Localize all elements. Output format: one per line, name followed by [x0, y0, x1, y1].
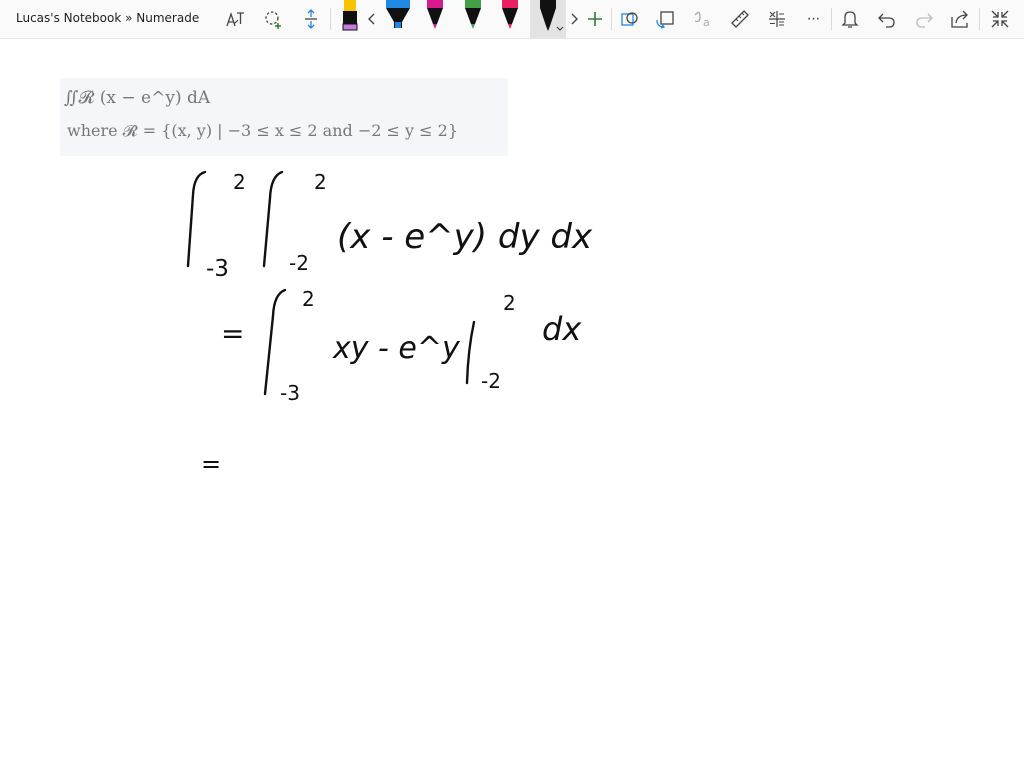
outer-upper-limit: 2 — [233, 170, 246, 194]
differential-dx: dx — [542, 310, 582, 348]
step2-lower-limit: -3 — [280, 381, 300, 405]
inner-upper-limit: 2 — [314, 170, 327, 194]
inner-lower-limit: -2 — [289, 251, 309, 275]
antiderivative: xy - e^y — [332, 331, 461, 366]
step2-upper-limit: 2 — [302, 287, 315, 311]
integrand: (x - e^y) dy dx — [337, 217, 593, 257]
equals-sign-2: = — [201, 450, 221, 478]
eval-lower-limit: -2 — [481, 369, 501, 393]
eval-upper-limit: 2 — [503, 291, 516, 315]
handwritten-ink: -3 2 -2 2 (x - e^y) dy dx = -3 2 xy - e^… — [186, 170, 593, 478]
outer-lower-limit: -3 — [206, 256, 229, 282]
equals-sign-1: = — [221, 317, 244, 350]
